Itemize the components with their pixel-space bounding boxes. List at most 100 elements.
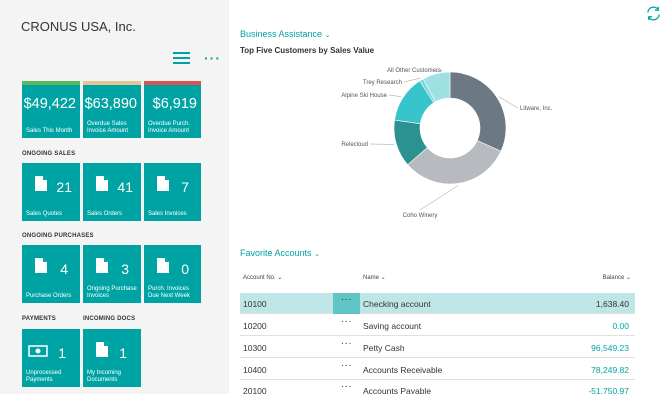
- column-label: Name: [363, 275, 380, 281]
- account-no: 10200: [243, 321, 267, 331]
- document-icon: [157, 176, 169, 191]
- account-name[interactable]: Petty Cash: [363, 343, 405, 353]
- tile-unprocessed-payments[interactable]: 1 Unprocessed Payments: [22, 329, 80, 387]
- slice-leader-line: [388, 94, 402, 97]
- donut-slice[interactable]: [449, 71, 507, 152]
- kpi-value: $49,422: [23, 96, 76, 112]
- row-actions-button[interactable]: ···: [333, 380, 360, 394]
- kpi-caption: Overdue Sales Invoice Amount: [87, 121, 129, 134]
- row-actions-button[interactable]: ···: [333, 337, 360, 358]
- chart-title: Top Five Customers by Sales Value: [240, 46, 375, 55]
- tile-count: 3: [121, 261, 129, 277]
- account-name[interactable]: Accounts Payable: [363, 386, 431, 394]
- tile-purchase-orders[interactable]: 4 Purchase Orders: [22, 245, 80, 303]
- slice-label: Relecloud: [341, 142, 368, 148]
- kpi-tile-overdue-sales[interactable]: $63,890 Overdue Sales Invoice Amount: [83, 81, 141, 138]
- account-no: 10400: [243, 365, 267, 375]
- account-balance[interactable]: 1,638.40: [596, 299, 629, 309]
- account-name[interactable]: Saving account: [363, 321, 421, 331]
- tile-ongoing-purchase-invoices[interactable]: 3 Ongoing Purchase Invoices: [83, 245, 141, 303]
- table-row[interactable]: 20100 ··· Accounts Payable -51,750.97: [240, 380, 635, 394]
- slice-label: All Other Customers: [387, 68, 441, 74]
- tile-caption: Ongoing Purchase Invoices: [87, 286, 137, 299]
- tile-sales-orders[interactable]: 41 Sales Orders: [83, 163, 141, 221]
- role-center-navigation-panel: CRONUS USA, Inc. ··· $49,422 Sales This …: [0, 0, 229, 394]
- slice-leader-line: [403, 77, 421, 83]
- kpi-status-bar: [22, 81, 80, 85]
- tile-caption: Sales Orders: [87, 211, 123, 217]
- kpi-caption: Sales This Month: [26, 128, 73, 134]
- document-icon: [35, 258, 47, 273]
- kpi-tile-sales-this-month[interactable]: $49,422 Sales This Month: [22, 81, 80, 138]
- account-name[interactable]: Checking account: [363, 299, 431, 309]
- business-assistance-menu[interactable]: Business Assistance ⌄: [240, 29, 330, 39]
- tile-sales-quotes[interactable]: 21 Sales Quotes: [22, 163, 80, 221]
- column-header-account-no[interactable]: Account No. ⌄: [243, 274, 282, 281]
- account-no: 10300: [243, 343, 267, 353]
- account-no: 20100: [243, 386, 267, 394]
- tile-count: 21: [56, 179, 72, 195]
- table-row[interactable]: 10400 ··· Accounts Receivable 78,249.82: [240, 359, 635, 380]
- row-actions-button[interactable]: ···: [333, 315, 360, 336]
- column-header-name[interactable]: Name ⌄: [363, 274, 386, 281]
- slice-label: Trey Research: [363, 80, 402, 86]
- more-options-icon[interactable]: ···: [204, 50, 221, 66]
- kpi-tile-overdue-purch[interactable]: $6,919 Overdue Purch. Invoice Amount: [144, 81, 201, 138]
- account-balance[interactable]: 0.00: [612, 321, 629, 331]
- tile-count: 1: [58, 345, 66, 361]
- slice-label: Litware, Inc.: [520, 106, 553, 112]
- section-ongoing-purchases: ONGOING PURCHASES: [22, 233, 94, 239]
- top-customers-donut-chart: Litware, Inc. Coho Winery Relecloud Alpine …: [341, 68, 553, 219]
- document-icon: [96, 258, 108, 273]
- section-incoming-docs: INCOMING DOCS: [83, 316, 136, 322]
- section-ongoing-sales: ONGOING SALES: [22, 151, 76, 157]
- column-label: Account No.: [243, 275, 276, 281]
- favorite-accounts-menu[interactable]: Favorite Accounts ⌄: [240, 248, 320, 258]
- table-row[interactable]: 10200 ··· Saving account 0.00: [240, 315, 635, 336]
- slice-label: Alpine Ski House: [341, 93, 387, 99]
- document-icon: [157, 258, 169, 273]
- tile-purch-invoices-due[interactable]: 0 Purch. Invoices Due Next Week: [144, 245, 201, 303]
- refresh-icon[interactable]: [645, 5, 662, 22]
- document-icon: [35, 176, 47, 191]
- tile-caption: Purchase Orders: [26, 293, 72, 299]
- row-actions-button[interactable]: ···: [333, 359, 360, 380]
- favorite-accounts-label: Favorite Accounts: [240, 248, 312, 258]
- kpi-caption: Overdue Purch. Invoice Amount: [148, 121, 191, 134]
- account-balance[interactable]: -51,750.97: [588, 386, 629, 394]
- tile-count: 4: [60, 261, 68, 277]
- tile-count: 7: [181, 179, 189, 195]
- accounts-table-header: Account No. ⌄ Name ⌄ Balance ⌄: [240, 270, 635, 286]
- column-header-balance[interactable]: Balance ⌄: [603, 274, 631, 281]
- chevron-down-icon: ⌄: [324, 32, 331, 39]
- tile-count: 1: [119, 345, 127, 361]
- tile-sales-invoices[interactable]: 7 Sales Invoices: [144, 163, 201, 221]
- tile-caption: My Incoming Documents: [87, 370, 122, 383]
- business-assistance-label: Business Assistance: [240, 29, 323, 39]
- account-name[interactable]: Accounts Receivable: [363, 365, 442, 375]
- row-actions-button[interactable]: ···: [333, 293, 360, 314]
- tile-my-incoming-documents[interactable]: 1 My Incoming Documents: [83, 329, 141, 387]
- tile-caption: Sales Invoices: [148, 211, 187, 217]
- tile-caption: Unprocessed Payments: [26, 370, 62, 383]
- chevron-down-icon: ⌄: [314, 251, 320, 258]
- table-row[interactable]: 10100 ··· Checking account 1,638.40: [240, 293, 635, 314]
- table-row[interactable]: 10300 ··· Petty Cash 96,549.23: [240, 337, 635, 358]
- column-label: Balance: [602, 275, 625, 281]
- kpi-value: $6,919: [152, 96, 197, 112]
- tile-caption: Purch. Invoices Due Next Week: [148, 286, 190, 299]
- slice-label: Coho Winery: [403, 213, 438, 219]
- slice-leader-line: [419, 185, 459, 211]
- kpi-status-bar: [144, 81, 201, 85]
- section-payments: PAYMENTS: [22, 316, 56, 322]
- account-balance[interactable]: 96,549.23: [591, 343, 629, 353]
- tile-count: 41: [117, 179, 133, 195]
- account-no: 10100: [243, 299, 267, 309]
- document-icon: [96, 342, 108, 357]
- kpi-value: $63,890: [84, 96, 137, 112]
- document-icon: [96, 176, 108, 191]
- cash-icon: [28, 345, 48, 357]
- company-name: CRONUS USA, Inc.: [21, 19, 136, 34]
- account-balance[interactable]: 78,249.82: [591, 365, 629, 375]
- hamburger-menu-icon[interactable]: [173, 52, 190, 64]
